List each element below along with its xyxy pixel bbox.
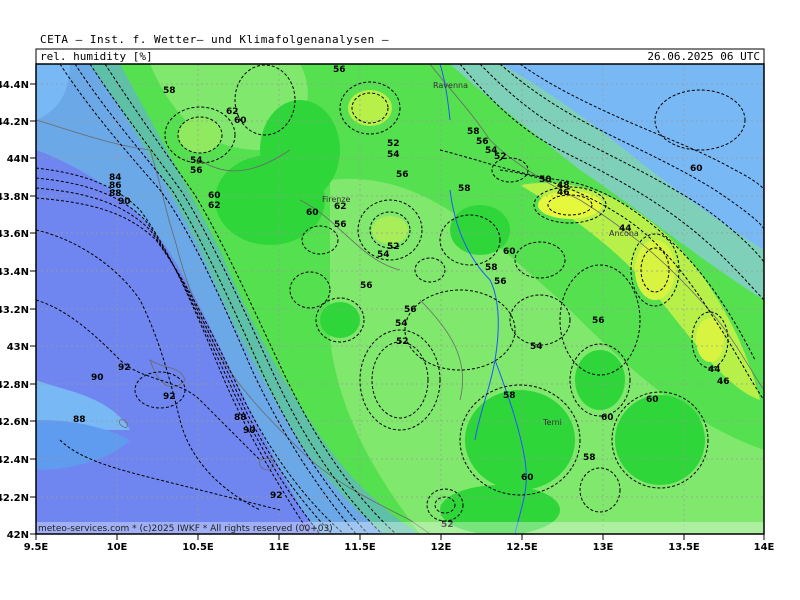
contour-label: 92: [163, 392, 176, 402]
city-label: Terni: [542, 418, 562, 427]
contour-label: 54: [395, 319, 408, 329]
humidity-map: rel. humidity [%] 26.06.2025 06 UTC Rave…: [0, 48, 775, 553]
contour-label: 44: [619, 224, 632, 234]
contour-label: 60: [521, 473, 534, 483]
lat-tick-label: 43.4N: [0, 267, 29, 278]
contour-label: 60: [503, 247, 516, 257]
lat-tick-label: 44.2N: [0, 117, 29, 128]
lon-tick-label: 12E: [431, 542, 452, 553]
lon-tick-label: 13E: [593, 542, 614, 553]
contour-label: 58: [583, 453, 596, 463]
copyright-text: meteo-services.com * (c)2025 IWKF * All …: [38, 524, 333, 534]
contour-label: 88: [73, 415, 86, 425]
lat-tick-label: 43N: [7, 342, 29, 353]
contour-label: 62: [208, 201, 221, 211]
lon-tick-label: 10E: [107, 542, 128, 553]
lat-tick-label: 44N: [7, 154, 29, 165]
contour-label: 46: [717, 377, 730, 387]
lon-tick-label: 11E: [269, 542, 290, 553]
lon-tick-label: 10.5E: [182, 542, 214, 553]
contour-label: 52: [387, 139, 400, 149]
contour-label: 56: [334, 220, 347, 230]
contour-label: 58: [163, 86, 176, 96]
contour-label: 60: [601, 413, 614, 423]
contour-label: 56: [592, 316, 605, 326]
lat-tick-label: 43.2N: [0, 305, 29, 316]
contour-label: 60: [646, 395, 659, 405]
contour-label: 58: [467, 127, 480, 137]
contour-label: 88: [234, 413, 247, 423]
contour-label: 58: [485, 263, 498, 273]
city-label: Ravenna: [433, 81, 468, 90]
contour-label: 56: [360, 281, 373, 291]
contour-label: 54: [387, 150, 400, 160]
contour-label: 50: [539, 175, 552, 185]
contour-label: 52: [494, 152, 507, 162]
contour-label: 56: [190, 166, 203, 176]
lat-tick-label: 42N: [7, 530, 29, 541]
contour-label: 90: [91, 373, 104, 383]
contour-label: 60: [208, 191, 221, 201]
contour-label: 54: [377, 250, 390, 260]
contour-label: 92: [270, 491, 283, 501]
contour-label: 58: [503, 391, 516, 401]
lat-tick-label: 44.4N: [0, 80, 29, 91]
contour-label: 90: [118, 197, 131, 207]
contour-label: 52: [396, 337, 409, 347]
lat-tick-label: 42.8N: [0, 380, 29, 391]
lon-tick-label: 14E: [754, 542, 775, 553]
datetime-label: 26.06.2025 06 UTC: [647, 50, 760, 63]
lon-tick-label: 11.5E: [344, 542, 376, 553]
lat-tick-label: 43.8N: [0, 192, 29, 203]
contour-label: 56: [404, 305, 417, 315]
contour-label: 56: [396, 170, 409, 180]
contour-label: 92: [118, 363, 131, 373]
contour-label: 54: [190, 156, 203, 166]
lat-tick-label: 42.6N: [0, 417, 29, 428]
contour-label: 56: [333, 65, 346, 75]
lat-tick-label: 43.6N: [0, 229, 29, 240]
lat-tick-label: 42.4N: [0, 455, 29, 466]
lon-tick-label: 12.5E: [506, 542, 538, 553]
contour-label: 58: [458, 184, 471, 194]
contour-label: 62: [334, 202, 347, 212]
contour-label: 56: [494, 277, 507, 287]
contour-label: 60: [234, 116, 247, 126]
contour-label: 46: [557, 188, 570, 198]
lon-tick-label: 9.5E: [24, 542, 49, 553]
contour-label: 54: [530, 342, 543, 352]
contour-label: 90: [243, 426, 256, 436]
contour-label: 60: [690, 164, 703, 174]
lat-tick-label: 42.2N: [0, 493, 29, 504]
contour-label: 60: [306, 208, 319, 218]
map-field: Ravenna Firenze Ancona Terni 56 58 62 60…: [36, 64, 764, 534]
contour-label: 44: [708, 365, 721, 375]
parameter-label: rel. humidity [%]: [40, 50, 153, 63]
lon-tick-label: 13.5E: [668, 542, 700, 553]
